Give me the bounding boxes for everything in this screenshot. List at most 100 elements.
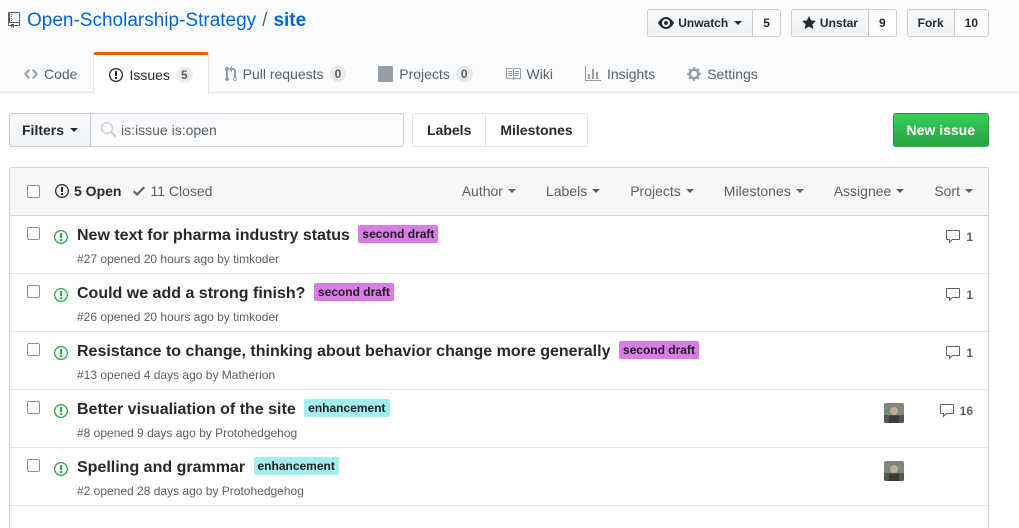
comment-icon — [946, 288, 961, 302]
milestones-filter-label: Milestones — [723, 183, 791, 199]
chevron-down-icon — [70, 128, 79, 132]
pulls-counter: 0 — [329, 66, 347, 82]
unstar-button[interactable]: Unstar — [791, 10, 869, 36]
repo-name-link[interactable]: site — [273, 10, 306, 32]
issue-checkbox[interactable] — [27, 285, 40, 298]
tab-pull-requests-label: Pull requests — [242, 66, 324, 82]
comment-count: 1 — [966, 288, 973, 302]
labels-filter[interactable]: Labels — [546, 183, 601, 199]
tab-wiki[interactable]: Wiki — [489, 52, 569, 93]
code-icon — [24, 69, 38, 79]
issue-title-link[interactable]: Could we add a strong finish? — [77, 285, 305, 302]
issue-author-link[interactable]: timkoder — [233, 310, 279, 324]
repo-title: Open-Scholarship-Strategy / site — [8, 10, 306, 32]
issue-opened-icon — [54, 462, 68, 476]
unwatch-label: Unwatch — [678, 16, 729, 30]
milestones-filter[interactable]: Milestones — [724, 183, 804, 199]
issue-title-link[interactable]: Resistance to change, thinking about beh… — [77, 343, 610, 360]
new-issue-button[interactable]: New issue — [892, 113, 989, 147]
projects-filter[interactable]: Projects — [630, 183, 694, 199]
issue-opened-icon — [54, 288, 68, 302]
issue-title-link[interactable]: Spelling and grammar — [77, 459, 245, 476]
issue-title-wrap: Could we add a strong finish? second dra… — [77, 283, 394, 303]
issue-title-wrap: Resistance to change, thinking about beh… — [77, 341, 699, 361]
star-group: Unstar 9 — [790, 9, 897, 37]
unstar-label: Unstar — [819, 16, 858, 30]
issue-opened-icon — [54, 346, 68, 360]
select-all-checkbox[interactable] — [27, 185, 40, 198]
issue-row: New text for pharma industry status seco… — [10, 216, 988, 274]
assignee-avatar[interactable] — [884, 403, 904, 423]
chevron-down-icon — [507, 189, 516, 193]
issue-label[interactable]: second draft — [358, 225, 439, 243]
filters-button[interactable]: Filters — [9, 113, 92, 147]
issue-meta: #27 opened 20 hours ago by timkoder — [77, 252, 279, 266]
tab-issues[interactable]: Issues 5 — [93, 52, 209, 94]
issue-opened-icon — [54, 404, 68, 418]
issue-row: Resistance to change, thinking about beh… — [10, 332, 988, 390]
issue-checkbox[interactable] — [27, 343, 40, 356]
issue-meta-text: #2 opened 28 days ago by — [77, 484, 222, 498]
issue-title-wrap: New text for pharma industry status seco… — [77, 225, 439, 245]
unwatch-button[interactable]: Unwatch — [648, 10, 754, 36]
watch-count[interactable]: 5 — [753, 10, 780, 36]
tab-insights[interactable]: Insights — [569, 52, 671, 93]
labels-link[interactable]: Labels — [413, 114, 485, 146]
issue-author-link[interactable]: Protohedgehog — [222, 484, 304, 498]
search-input[interactable] — [91, 113, 404, 147]
issue-title-link[interactable]: New text for pharma industry status — [77, 227, 350, 244]
milestones-link[interactable]: Milestones — [485, 114, 586, 146]
comments-link[interactable]: 1 — [945, 287, 973, 303]
issue-meta: #13 opened 4 days ago by Matherion — [77, 368, 275, 382]
fork-count[interactable]: 10 — [954, 10, 988, 36]
issue-row: Better visualiation of the site enhancem… — [10, 390, 988, 448]
issue-checkbox[interactable] — [27, 401, 40, 414]
tab-code[interactable]: Code — [8, 52, 93, 93]
search-wrap — [91, 113, 404, 147]
chevron-down-icon — [896, 189, 905, 193]
comments-link[interactable]: 16 — [939, 403, 973, 419]
issue-label[interactable]: enhancement — [304, 399, 390, 417]
fork-button[interactable]: Fork — [907, 10, 955, 36]
comments-link[interactable]: 1 — [945, 345, 973, 361]
repo-separator: / — [262, 10, 268, 31]
tab-insights-label: Insights — [606, 66, 656, 82]
issue-label[interactable]: second draft — [618, 341, 699, 359]
issues-list: 5 Open 11 Closed Author Labels Projects … — [9, 167, 989, 528]
issue-meta: #8 opened 9 days ago by Protohedgehog — [77, 426, 297, 440]
issue-title-link[interactable]: Better visualiation of the site — [77, 401, 296, 418]
projects-filter-label: Projects — [630, 183, 681, 199]
comment-icon — [946, 346, 961, 360]
repo-owner-link[interactable]: Open-Scholarship-Strategy — [27, 10, 256, 32]
issue-label[interactable]: second draft — [313, 283, 394, 301]
assignee-filter[interactable]: Assignee — [834, 183, 905, 199]
fork-label: Fork — [917, 16, 944, 30]
comments-link[interactable]: 1 — [945, 229, 973, 245]
tab-projects[interactable]: Projects 0 — [362, 52, 488, 93]
issue-author-link[interactable]: Protohedgehog — [215, 426, 297, 440]
issue-label[interactable]: enhancement — [253, 457, 339, 475]
tab-pull-requests[interactable]: Pull requests 0 — [209, 52, 363, 93]
tab-settings[interactable]: Settings — [671, 52, 774, 93]
filters-label: Filters — [22, 122, 65, 138]
open-issues-link[interactable]: 5 Open — [55, 183, 121, 199]
gear-icon — [687, 67, 702, 81]
issue-author-link[interactable]: Matherion — [222, 368, 275, 382]
issue-checkbox[interactable] — [27, 459, 40, 472]
comment-icon — [939, 404, 954, 418]
star-count[interactable]: 9 — [868, 10, 896, 36]
assignee-avatar[interactable] — [884, 461, 904, 481]
author-filter[interactable]: Author — [462, 183, 516, 199]
graph-icon — [584, 66, 601, 81]
watch-group: Unwatch 5 — [647, 9, 781, 37]
filters-bar: Filters — [9, 113, 404, 147]
closed-issues-link[interactable]: 11 Closed — [133, 183, 212, 199]
issue-checkbox[interactable] — [27, 227, 40, 240]
issue-meta-text: #27 opened 20 hours ago by — [77, 252, 234, 266]
issue-row: Spelling and grammar enhancement #2 open… — [10, 448, 988, 506]
sort-filter[interactable]: Sort — [934, 183, 973, 199]
labels-milestones-group: Labels Milestones — [412, 113, 588, 147]
tab-issues-label: Issues — [129, 66, 170, 83]
issue-row: Could we add a strong finish? second dra… — [10, 274, 988, 332]
issue-author-link[interactable]: timkoder — [233, 252, 279, 266]
